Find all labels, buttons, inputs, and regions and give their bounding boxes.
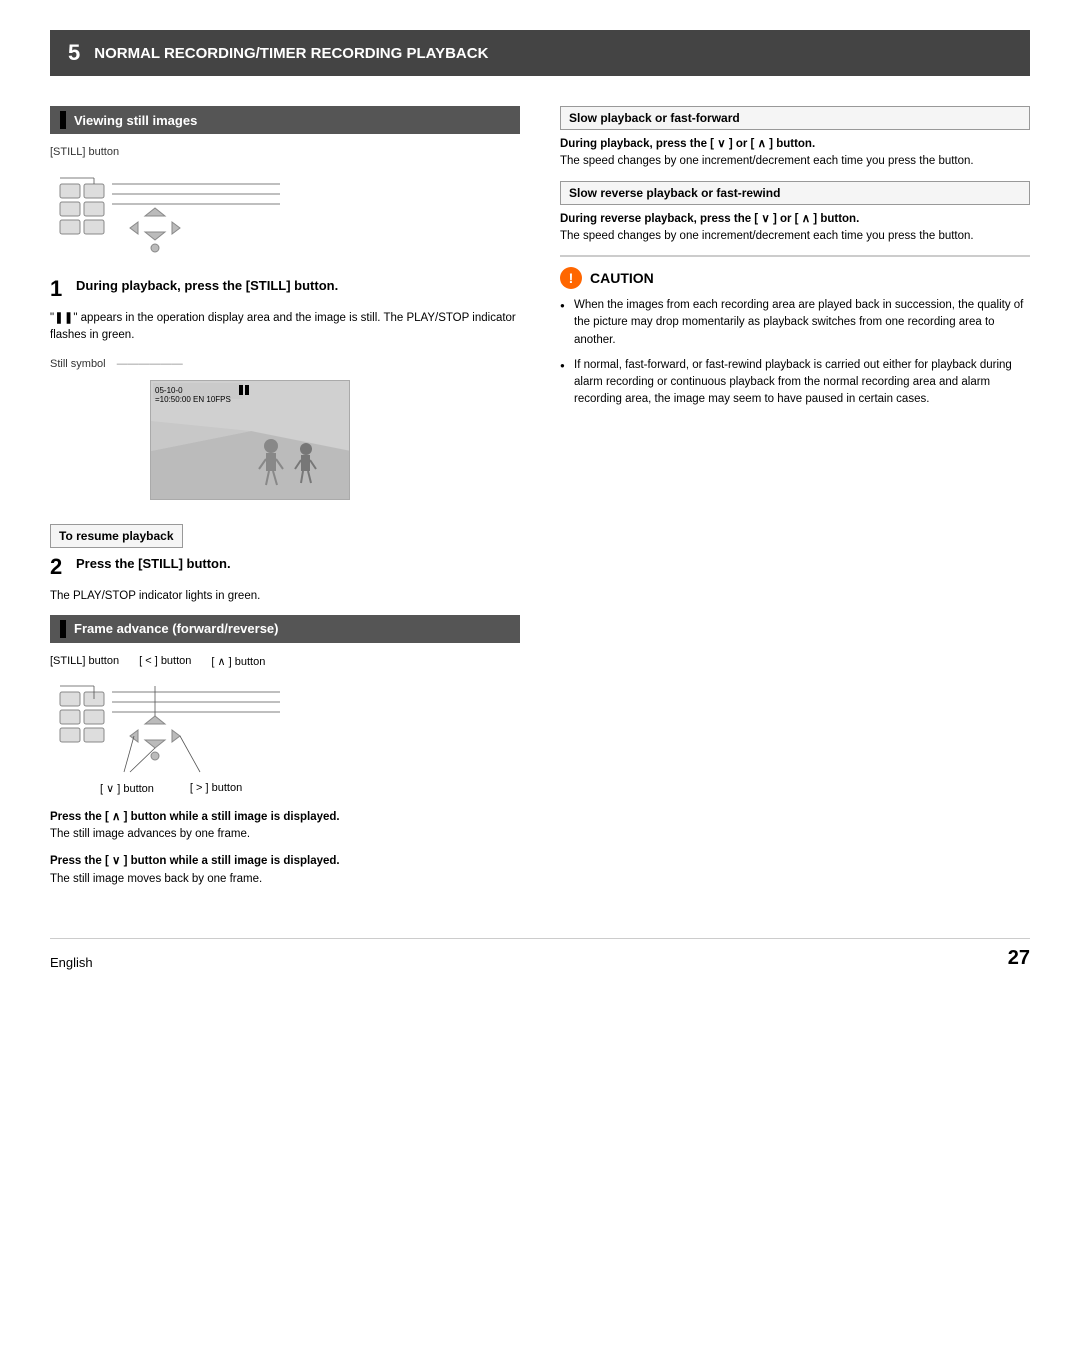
section-header-viewing: Viewing still images — [50, 106, 520, 134]
right-button-label: [ > ] button — [190, 782, 242, 795]
up-button-label: [ ∧ ] button — [211, 655, 265, 668]
step-2-note: The PLAY/STOP indicator lights in green. — [50, 588, 520, 605]
still-preview-container: Still symbol —————— — [50, 355, 520, 510]
step-2-number: 2 — [50, 556, 68, 578]
device-panel-svg-1 — [50, 164, 290, 264]
device-panel-svg-2 — [50, 672, 290, 782]
step-1-note: "❚❚" appears in the operation display ar… — [50, 310, 520, 345]
still-button-label-2: [STILL] button — [50, 655, 119, 668]
slow-reverse-header: Slow reverse playback or fast-rewind — [560, 181, 1030, 205]
step-2-text: Press the [STILL] button. — [76, 556, 231, 578]
reverse-instruction-normal: The still image moves back by one frame. — [50, 873, 262, 885]
forward-instruction-bold: Press the [ ∧ ] button while a still ima… — [50, 811, 340, 823]
less-button-label: [ < ] button — [139, 655, 191, 668]
caution-item-2: If normal, fast-forward, or fast-rewind … — [560, 357, 1030, 409]
step-1-number: 1 — [50, 278, 68, 300]
slow-playback-header: Slow playback or fast-forward — [560, 106, 1030, 130]
chapter-number: 5 — [68, 40, 80, 66]
section-bar-2 — [60, 620, 66, 638]
still-button-label-1: [STILL] button — [50, 146, 520, 158]
resume-playback-box: To resume playback — [50, 524, 183, 548]
left-column: Viewing still images [STILL] button — [50, 106, 520, 898]
right-column: Slow playback or fast-forward During pla… — [560, 106, 1030, 898]
device-diagram-top: [STILL] button — [50, 146, 520, 264]
step-1-text: During playback, press the [STILL] butto… — [76, 278, 338, 300]
svg-text:=10:50:00 EN 10FPS: =10:50:00 EN 10FPS — [155, 395, 231, 404]
forward-instruction: Press the [ ∧ ] button while a still ima… — [50, 809, 520, 844]
down-button-label: [ ∨ ] button — [100, 782, 154, 795]
page-header: 5 NORMAL RECORDING/TIMER RECORDING PLAYB… — [50, 30, 1030, 76]
still-symbol-label: Still symbol —————— — [50, 358, 183, 370]
reverse-instruction: Press the [ ∨ ] button while a still ima… — [50, 853, 520, 888]
slow-playback-instruction: During playback, press the [ ∨ ] or [ ∧ … — [560, 136, 1030, 171]
section-title-frame: Frame advance (forward/reverse) — [74, 621, 278, 636]
reverse-instruction-bold: Press the [ ∨ ] button while a still ima… — [50, 855, 340, 867]
section-bar — [60, 111, 66, 129]
caution-section: ! CAUTION When the images from each reco… — [560, 255, 1030, 409]
section-header-frame: Frame advance (forward/reverse) — [50, 615, 520, 643]
step-1: 1 During playback, press the [STILL] but… — [50, 278, 520, 300]
caution-icon: ! — [560, 267, 582, 289]
still-preview-image: 05-10-0 =10:50:00 EN 10FPS — [150, 380, 350, 500]
svg-text:05-10-0: 05-10-0 — [155, 386, 183, 395]
caution-header: ! CAUTION — [560, 267, 1030, 289]
page-footer: English 27 — [50, 938, 1030, 970]
language-label: English — [50, 955, 93, 970]
step-2: 2 Press the [STILL] button. — [50, 556, 520, 578]
page-number: 27 — [1008, 947, 1030, 970]
caution-item-1: When the images from each recording area… — [560, 297, 1030, 349]
forward-instruction-normal: The still image advances by one frame. — [50, 828, 250, 840]
section-title-viewing: Viewing still images — [74, 113, 197, 128]
page-title: NORMAL RECORDING/TIMER RECORDING PLAYBAC… — [94, 45, 488, 62]
caution-list: When the images from each recording area… — [560, 297, 1030, 409]
main-content: Viewing still images [STILL] button — [50, 106, 1030, 898]
device-diagram-2: [STILL] button [ < ] button [ ∧ ] button — [50, 655, 520, 795]
still-preview-svg: 05-10-0 =10:50:00 EN 10FPS — [151, 381, 350, 500]
slow-reverse-instruction: During reverse playback, press the [ ∨ ]… — [560, 211, 1030, 246]
caution-title: CAUTION — [590, 270, 654, 286]
resume-playback-label: To resume playback — [59, 529, 174, 543]
